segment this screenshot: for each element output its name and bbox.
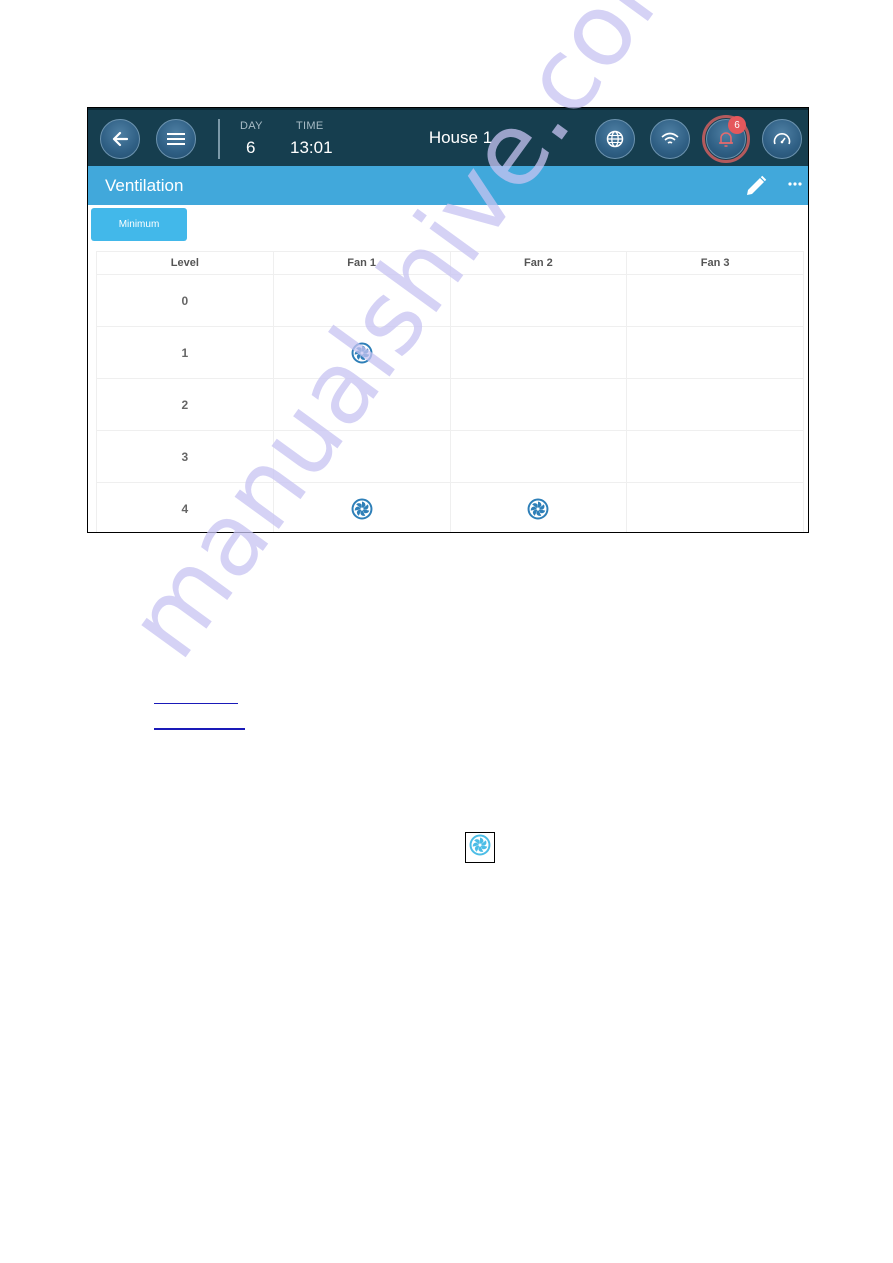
day-label: DAY — [240, 120, 263, 132]
fan-levels-table: Level Fan 1 Fan 2 Fan 3 01234 — [96, 251, 804, 532]
table-header-row: Level Fan 1 Fan 2 Fan 3 — [96, 251, 804, 275]
globe-button[interactable] — [595, 119, 635, 159]
fan-1-cell[interactable] — [272, 430, 451, 483]
back-arrow-icon — [112, 131, 129, 147]
fan-2-cell[interactable] — [449, 482, 628, 532]
fan-icon — [351, 342, 373, 363]
table-row: 4 — [96, 482, 804, 532]
top-bar: DAY 6 TIME 13:01 House 1 6 — [88, 108, 808, 166]
fan-3-cell[interactable] — [626, 274, 804, 327]
fan-2-cell[interactable] — [449, 430, 628, 483]
level-cell: 1 — [96, 326, 274, 379]
page-title: Ventilation — [105, 176, 184, 195]
fan-1-cell[interactable] — [272, 326, 451, 379]
fan-2-cell[interactable] — [449, 326, 628, 379]
back-button[interactable] — [100, 119, 140, 159]
gauge-icon — [773, 133, 791, 145]
fan-2-cell[interactable] — [449, 274, 628, 327]
fan-1-cell[interactable] — [272, 378, 451, 431]
level-cell: 4 — [96, 482, 274, 532]
time-label: TIME — [296, 120, 324, 132]
time-value: 13:01 — [290, 138, 333, 157]
more-dots-icon[interactable] — [787, 176, 803, 197]
fan-icon — [351, 498, 373, 519]
link-2[interactable] — [154, 728, 245, 730]
column-header-level: Level — [96, 251, 274, 275]
tab-minimum[interactable]: Minimum — [91, 208, 187, 241]
wifi-button[interactable] — [650, 119, 690, 159]
level-cell: 3 — [96, 430, 274, 483]
house-title: House 1 — [428, 128, 493, 147]
column-header-fan-2: Fan 2 — [449, 251, 628, 275]
day-value: 6 — [246, 138, 256, 157]
gauge-button[interactable] — [762, 119, 802, 159]
link-1[interactable] — [154, 703, 238, 704]
page-header: Ventilation — [88, 166, 808, 205]
column-header-fan-1: Fan 1 — [272, 251, 451, 275]
fan-1-cell[interactable] — [272, 482, 451, 532]
menu-icon — [167, 133, 185, 145]
level-cell: 0 — [96, 274, 274, 327]
fan-3-cell[interactable] — [626, 378, 804, 431]
fan-3-cell[interactable] — [626, 430, 804, 483]
globe-icon — [606, 130, 624, 148]
table-row: 3 — [96, 430, 804, 483]
fan-2-cell[interactable] — [449, 378, 628, 431]
fan-3-cell[interactable] — [626, 326, 804, 379]
table-row: 1 — [96, 326, 804, 379]
fan-1-cell[interactable] — [272, 274, 451, 327]
wifi-icon — [661, 132, 679, 144]
level-cell: 2 — [96, 378, 274, 431]
fan-icon-box — [465, 832, 495, 863]
column-header-fan-3: Fan 3 — [626, 251, 804, 275]
table-row: 0 — [96, 274, 804, 327]
alarm-count-badge: 6 — [728, 116, 746, 134]
fan-icon — [469, 834, 491, 861]
menu-button[interactable] — [156, 119, 196, 159]
divider — [218, 119, 220, 159]
edit-pencil-icon[interactable] — [744, 174, 768, 203]
fan-icon — [527, 498, 549, 519]
controller-screenshot: DAY 6 TIME 13:01 House 1 6 Ventilation M… — [87, 107, 809, 533]
fan-3-cell[interactable] — [626, 482, 804, 532]
table-row: 2 — [96, 378, 804, 431]
